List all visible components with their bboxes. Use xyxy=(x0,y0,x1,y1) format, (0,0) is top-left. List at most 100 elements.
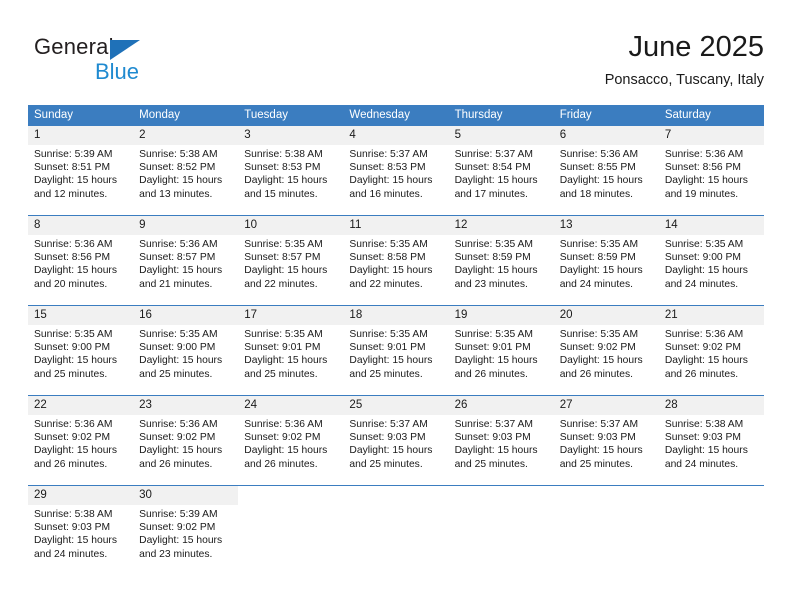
day-cell-inner: 21 Sunrise: 5:36 AM Sunset: 9:02 PM Dayligh… xyxy=(658,306,764,395)
calendar-day-cell[interactable]: 18 Sunrise: 5:35 AM Sunset: 9:01 PM Dayligh… xyxy=(343,305,449,396)
calendar-day-cell[interactable]: 29 Sunrise: 5:38 AM Sunset: 9:03 PM Dayligh… xyxy=(28,485,134,575)
day-number: 28 xyxy=(658,396,764,415)
calendar-day-cell[interactable] xyxy=(448,485,554,575)
day-cell-inner: 15 Sunrise: 5:35 AM Sunset: 9:00 PM Dayligh… xyxy=(28,306,134,395)
day-details: Sunrise: 5:37 AM Sunset: 8:53 PM Daylight:… xyxy=(343,145,448,201)
day-sunset-text: Sunset: 9:02 PM xyxy=(139,432,216,444)
calendar-day-cell[interactable]: 5 Sunrise: 5:37 AM Sunset: 8:54 PM Daylight… xyxy=(448,126,554,216)
calendar-body: 1 Sunrise: 5:39 AM Sunset: 8:51 PM Daylight… xyxy=(28,126,764,575)
calendar-day-cell[interactable]: 26 Sunrise: 5:37 AM Sunset: 9:03 PM Dayligh… xyxy=(448,395,554,486)
calendar-day-cell[interactable]: 13 Sunrise: 5:35 AM Sunset: 8:59 PM Dayligh… xyxy=(553,215,659,306)
day-daylight-line1-text: Daylight: 15 hours xyxy=(34,355,117,367)
calendar-day-cell[interactable]: 16 Sunrise: 5:35 AM Sunset: 9:00 PM Dayligh… xyxy=(133,305,239,396)
day-details: Sunrise: 5:35 AM Sunset: 8:58 PM Daylight:… xyxy=(343,235,448,291)
day-cell-inner xyxy=(448,486,554,575)
brand-logo[interactable]: General Blue xyxy=(34,34,224,86)
day-sunrise-text: Sunrise: 5:39 AM xyxy=(34,149,113,160)
calendar-day-cell[interactable] xyxy=(553,485,659,575)
day-cell-inner: 14 Sunrise: 5:35 AM Sunset: 9:00 PM Dayligh… xyxy=(658,216,764,305)
calendar-day-cell[interactable]: 28 Sunrise: 5:38 AM Sunset: 9:03 PM Dayligh… xyxy=(658,395,764,486)
day-details: Sunrise: 5:36 AM Sunset: 9:02 PM Daylight:… xyxy=(28,415,133,471)
calendar-day-cell[interactable]: 4 Sunrise: 5:37 AM Sunset: 8:53 PM Daylight… xyxy=(343,126,449,216)
weekday-header-friday: Friday xyxy=(553,105,659,126)
day-cell-inner: 24 Sunrise: 5:36 AM Sunset: 9:02 PM Dayligh… xyxy=(238,396,344,485)
day-sunrise-text: Sunrise: 5:37 AM xyxy=(349,419,428,430)
day-number: 18 xyxy=(343,306,449,325)
calendar-day-cell[interactable]: 27 Sunrise: 5:37 AM Sunset: 9:03 PM Dayligh… xyxy=(553,395,659,486)
day-daylight-line2-text: and 24 minutes. xyxy=(559,278,633,290)
day-daylight-line2-text: and 17 minutes. xyxy=(454,188,528,200)
day-sunrise-text: Sunrise: 5:37 AM xyxy=(454,419,533,430)
day-cell-inner: 3 Sunrise: 5:38 AM Sunset: 8:53 PM Daylight… xyxy=(238,126,344,215)
calendar-day-cell[interactable]: 9 Sunrise: 5:36 AM Sunset: 8:57 PM Daylight… xyxy=(133,215,239,306)
day-daylight-line2-text: and 13 minutes. xyxy=(139,188,213,200)
day-sunset-text: Sunset: 9:02 PM xyxy=(559,342,636,354)
day-daylight-line2-text: and 22 minutes. xyxy=(244,278,318,290)
calendar-day-cell[interactable]: 23 Sunrise: 5:36 AM Sunset: 9:02 PM Dayligh… xyxy=(133,395,239,486)
day-cell-inner: 8 Sunrise: 5:36 AM Sunset: 8:56 PM Daylight… xyxy=(28,216,134,305)
day-cell-inner: 4 Sunrise: 5:37 AM Sunset: 8:53 PM Daylight… xyxy=(343,126,449,215)
day-details: Sunrise: 5:36 AM Sunset: 8:57 PM Daylight:… xyxy=(133,235,238,291)
day-cell-inner: 11 Sunrise: 5:35 AM Sunset: 8:58 PM Dayligh… xyxy=(343,216,449,305)
day-daylight-line1-text: Daylight: 15 hours xyxy=(34,265,117,277)
calendar-day-cell[interactable]: 25 Sunrise: 5:37 AM Sunset: 9:03 PM Dayligh… xyxy=(343,395,449,486)
day-daylight-line1-text: Daylight: 15 hours xyxy=(559,265,643,277)
day-daylight-line1-text: Daylight: 15 hours xyxy=(454,175,538,187)
day-sunrise-text: Sunrise: 5:36 AM xyxy=(664,149,744,160)
day-cell-inner: 25 Sunrise: 5:37 AM Sunset: 9:03 PM Dayligh… xyxy=(343,396,449,485)
calendar-day-cell[interactable]: 2 Sunrise: 5:38 AM Sunset: 8:52 PM Daylight… xyxy=(133,126,239,216)
calendar-day-cell[interactable]: 15 Sunrise: 5:35 AM Sunset: 9:00 PM Dayligh… xyxy=(28,305,134,396)
day-sunrise-text: Sunrise: 5:36 AM xyxy=(139,239,218,250)
calendar-day-cell[interactable]: 11 Sunrise: 5:35 AM Sunset: 8:58 PM Dayligh… xyxy=(343,215,449,306)
day-number xyxy=(448,486,554,505)
day-details: Sunrise: 5:35 AM Sunset: 8:59 PM Daylight:… xyxy=(554,235,659,291)
calendar-day-cell[interactable]: 21 Sunrise: 5:36 AM Sunset: 9:02 PM Dayligh… xyxy=(658,305,764,396)
day-sunrise-text: Sunrise: 5:36 AM xyxy=(244,419,323,430)
day-sunrise-text: Sunrise: 5:38 AM xyxy=(664,419,744,430)
day-details: Sunrise: 5:38 AM Sunset: 9:03 PM Daylight:… xyxy=(28,505,133,561)
calendar-day-cell[interactable]: 24 Sunrise: 5:36 AM Sunset: 9:02 PM Dayligh… xyxy=(238,395,344,486)
calendar-day-cell[interactable]: 6 Sunrise: 5:36 AM Sunset: 8:55 PM Daylight… xyxy=(553,126,659,216)
calendar-day-cell[interactable]: 10 Sunrise: 5:35 AM Sunset: 8:57 PM Dayligh… xyxy=(238,215,344,306)
calendar-day-cell[interactable]: 1 Sunrise: 5:39 AM Sunset: 8:51 PM Daylight… xyxy=(28,126,134,216)
calendar-day-cell[interactable]: 19 Sunrise: 5:35 AM Sunset: 9:01 PM Dayligh… xyxy=(448,305,554,396)
calendar-day-cell[interactable]: 3 Sunrise: 5:38 AM Sunset: 8:53 PM Daylight… xyxy=(238,126,344,216)
day-sunrise-text: Sunrise: 5:38 AM xyxy=(34,509,113,520)
day-daylight-line1-text: Daylight: 15 hours xyxy=(244,445,328,457)
calendar-day-cell[interactable] xyxy=(658,485,764,575)
day-sunset-text: Sunset: 8:55 PM xyxy=(559,162,636,174)
day-sunrise-text: Sunrise: 5:37 AM xyxy=(349,149,428,160)
calendar-day-cell[interactable]: 7 Sunrise: 5:36 AM Sunset: 8:56 PM Daylight… xyxy=(658,126,764,216)
day-cell-inner: 18 Sunrise: 5:35 AM Sunset: 9:01 PM Dayligh… xyxy=(343,306,449,395)
day-sunrise-text: Sunrise: 5:35 AM xyxy=(454,329,533,340)
calendar-week-row: 1 Sunrise: 5:39 AM Sunset: 8:51 PM Daylight… xyxy=(28,126,764,216)
day-sunrise-text: Sunrise: 5:36 AM xyxy=(664,329,744,340)
calendar-week-row: 8 Sunrise: 5:36 AM Sunset: 8:56 PM Daylight… xyxy=(28,215,764,306)
calendar-day-cell[interactable]: 17 Sunrise: 5:35 AM Sunset: 9:01 PM Dayligh… xyxy=(238,305,344,396)
day-number: 19 xyxy=(448,306,554,325)
day-daylight-line2-text: and 16 minutes. xyxy=(349,188,423,200)
day-number: 8 xyxy=(28,216,134,235)
day-details: Sunrise: 5:35 AM Sunset: 8:59 PM Daylight:… xyxy=(449,235,554,291)
day-sunrise-text: Sunrise: 5:36 AM xyxy=(139,419,218,430)
calendar-day-cell[interactable]: 22 Sunrise: 5:36 AM Sunset: 9:02 PM Dayligh… xyxy=(28,395,134,486)
day-cell-inner: 10 Sunrise: 5:35 AM Sunset: 8:57 PM Dayligh… xyxy=(238,216,344,305)
calendar-day-cell[interactable]: 8 Sunrise: 5:36 AM Sunset: 8:56 PM Daylight… xyxy=(28,215,134,306)
day-details: Sunrise: 5:36 AM Sunset: 8:56 PM Daylight:… xyxy=(659,145,764,201)
day-sunrise-text: Sunrise: 5:36 AM xyxy=(34,239,113,250)
day-daylight-line2-text: and 22 minutes. xyxy=(349,278,423,290)
day-daylight-line1-text: Daylight: 15 hours xyxy=(139,175,223,187)
day-cell-inner: 6 Sunrise: 5:36 AM Sunset: 8:55 PM Daylight… xyxy=(553,126,659,215)
calendar-day-cell[interactable]: 14 Sunrise: 5:35 AM Sunset: 9:00 PM Dayligh… xyxy=(658,215,764,306)
page-header: General Blue June 2025 Ponsacco, Tuscany… xyxy=(28,30,764,92)
calendar-day-cell[interactable]: 20 Sunrise: 5:35 AM Sunset: 9:02 PM Dayligh… xyxy=(553,305,659,396)
day-daylight-line2-text: and 12 minutes. xyxy=(34,188,108,200)
calendar-day-cell[interactable] xyxy=(238,485,344,575)
calendar-day-cell[interactable]: 12 Sunrise: 5:35 AM Sunset: 8:59 PM Dayligh… xyxy=(448,215,554,306)
calendar-day-cell[interactable]: 30 Sunrise: 5:39 AM Sunset: 9:02 PM Dayligh… xyxy=(133,485,239,575)
day-details: Sunrise: 5:36 AM Sunset: 9:02 PM Daylight:… xyxy=(659,325,764,381)
day-cell-inner: 13 Sunrise: 5:35 AM Sunset: 8:59 PM Dayligh… xyxy=(553,216,659,305)
day-daylight-line2-text: and 15 minutes. xyxy=(244,188,318,200)
day-cell-inner: 22 Sunrise: 5:36 AM Sunset: 9:02 PM Dayligh… xyxy=(28,396,134,485)
calendar-day-cell[interactable] xyxy=(343,485,449,575)
